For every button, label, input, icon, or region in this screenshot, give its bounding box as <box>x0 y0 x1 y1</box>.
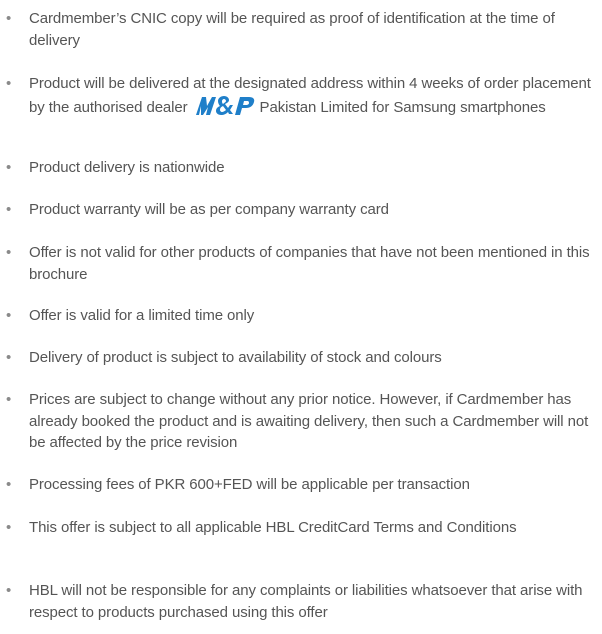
term-text: Processing fees of PKR 600+FED will be a… <box>29 476 470 493</box>
bullet: • <box>6 476 12 493</box>
term-text: This offer is subject to all applicable … <box>29 519 517 536</box>
bullet: • <box>6 349 12 366</box>
list-item: • Processing fees of PKR 600+FED will be… <box>0 474 602 496</box>
bullet: • <box>6 244 12 261</box>
bullet: • <box>6 10 12 27</box>
term-text: Product warranty will be as per company … <box>29 201 389 218</box>
list-item: • Delivery of product is subject to avai… <box>0 347 602 369</box>
bullet: • <box>6 307 12 324</box>
list-item: • Offer is valid for a limited time only <box>0 305 602 327</box>
mp-dealer-logo-icon <box>194 95 256 117</box>
term-text: Offer is not valid for other products of… <box>29 244 590 283</box>
term-text-suffix: Pakistan Limited for Samsung smartphones <box>259 98 546 116</box>
bullet: • <box>6 201 12 218</box>
term-text: Cardmember’s CNIC copy will be required … <box>29 10 555 49</box>
term-text: HBL will not be responsible for any comp… <box>29 582 583 621</box>
list-item: • HBL will not be responsible for any co… <box>0 580 602 623</box>
terms-list: • Cardmember’s CNIC copy will be require… <box>0 0 602 634</box>
bullet: • <box>6 582 12 599</box>
list-item: • Product warranty will be as per compan… <box>0 199 602 221</box>
term-text: Offer is valid for a limited time only <box>29 307 255 324</box>
bullet: • <box>6 159 12 176</box>
bullet: • <box>6 519 12 536</box>
list-item: • Prices are subject to change without a… <box>0 389 602 454</box>
list-item: • Cardmember’s CNIC copy will be require… <box>0 8 602 51</box>
term-text: Delivery of product is subject to availa… <box>29 349 442 366</box>
term-text: Prices are subject to change without any… <box>29 391 589 451</box>
term-text: Product delivery is nationwide <box>29 159 225 176</box>
bullet: • <box>6 75 12 92</box>
list-item: • This offer is subject to all applicabl… <box>0 517 602 539</box>
list-item: • Product will be delivered at the desig… <box>0 73 602 118</box>
list-item: • Offer is not valid for other products … <box>0 242 602 285</box>
list-item: • Product delivery is nationwide <box>0 157 602 179</box>
bullet: • <box>6 391 12 408</box>
